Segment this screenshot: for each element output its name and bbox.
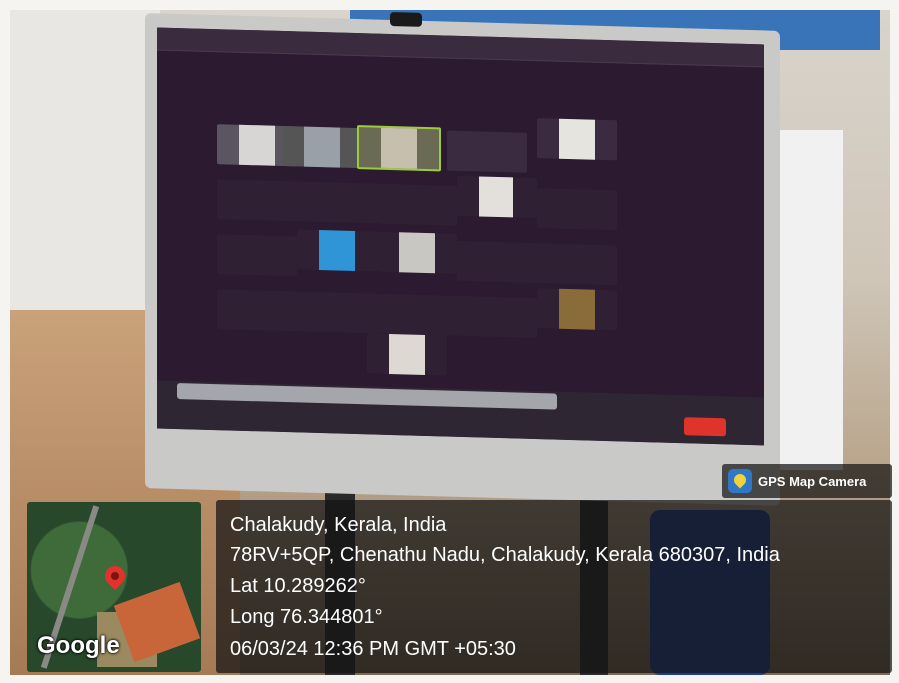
- participant-tile: [377, 183, 457, 226]
- participant-tile: [377, 231, 457, 274]
- participant-tile: [297, 229, 377, 272]
- participant-tile: [537, 243, 617, 286]
- participant-tile: [537, 188, 617, 231]
- participant-tile: [377, 293, 457, 336]
- participant-tile: [297, 291, 377, 334]
- monitor: [145, 11, 780, 506]
- participant-face: [319, 229, 355, 271]
- monitor-screen: [157, 27, 764, 446]
- location-address: 78RV+5QP, Chenathu Nadu, Chalakudy, Kera…: [230, 544, 780, 566]
- whiteboard: [770, 130, 843, 470]
- participant-face: [389, 333, 425, 375]
- participant-face: [399, 232, 435, 274]
- google-logo: Google: [37, 632, 120, 659]
- participant-tile: [457, 295, 537, 339]
- location-place: Chalakudy, Kerala, India: [230, 514, 447, 536]
- webcam: [390, 11, 422, 27]
- participant-tile: [457, 240, 537, 284]
- participant-face: [239, 124, 275, 166]
- participant-tile: [217, 234, 297, 277]
- taskbar: [177, 383, 557, 410]
- participant-tile: [297, 181, 377, 224]
- participant-face: [479, 176, 513, 218]
- map-thumbnail: Google: [27, 502, 201, 672]
- participant-tile: [367, 333, 447, 376]
- participant-face: [304, 126, 340, 168]
- gps-map-camera-icon: [728, 469, 752, 493]
- participant-face: [381, 127, 417, 169]
- gps-camera-badge: GPS Map Camera: [722, 464, 892, 498]
- participant-tile: [282, 125, 362, 169]
- location-latitude: Lat 10.289262°: [230, 575, 366, 597]
- meeting-toolbar: [157, 380, 764, 446]
- participant-tile: [217, 179, 297, 222]
- participant-face: [559, 118, 595, 160]
- participant-tile: [447, 130, 527, 173]
- participant-tile: [537, 118, 617, 161]
- location-datetime: 06/03/24 12:36 PM GMT +05:30: [230, 638, 516, 660]
- location-overlay: Chalakudy, Kerala, India 78RV+5QP, Chena…: [216, 500, 892, 673]
- participant-tile: [217, 289, 297, 332]
- participant-tile: [537, 288, 617, 331]
- participant-tile: [457, 175, 537, 219]
- gps-camera-label: GPS Map Camera: [758, 473, 867, 489]
- screen-title-bar: [157, 27, 764, 68]
- leave-button: [684, 417, 726, 437]
- location-longitude: Long 76.344801°: [230, 606, 383, 628]
- wall: [10, 10, 160, 314]
- participant-tile-active: [357, 125, 441, 172]
- map-pin-icon: [100, 561, 130, 591]
- participant-face: [559, 288, 595, 330]
